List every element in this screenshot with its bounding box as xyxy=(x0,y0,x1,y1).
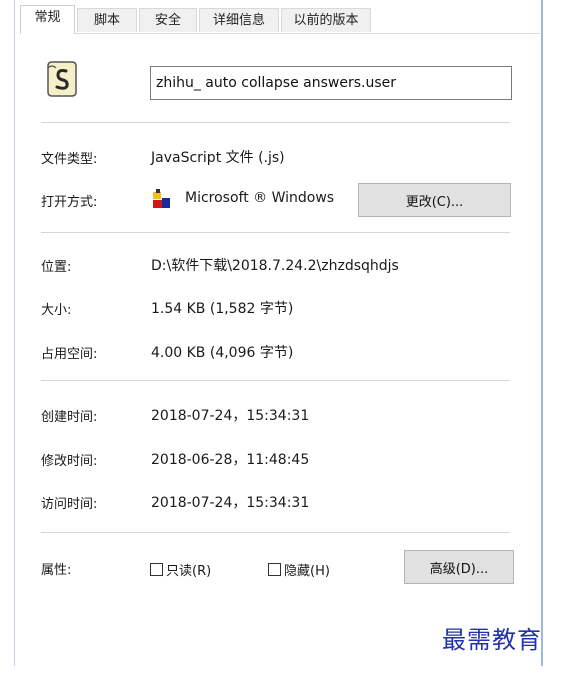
size-value: 1.54 KB (1,582 字节) xyxy=(151,301,294,317)
created-label: 创建时间: xyxy=(41,410,98,425)
separator xyxy=(41,380,510,381)
window-left-border xyxy=(14,0,15,666)
window-right-border xyxy=(541,0,543,666)
disk-size-value: 4.00 KB (4,096 字节) xyxy=(151,345,294,361)
location-label: 位置: xyxy=(41,260,72,275)
open-with-value: Microsoft ® Windows xyxy=(185,190,335,206)
windows-script-host-icon xyxy=(151,188,173,210)
hidden-checkbox-group[interactable]: 隐藏(H) xyxy=(268,560,330,579)
watermark-text: 最需教育 xyxy=(442,626,542,654)
hidden-label: 隐藏(H) xyxy=(284,564,330,579)
tab-general[interactable]: 常规 xyxy=(20,5,75,34)
accessed-value: 2018-07-24，15:34:31 xyxy=(151,495,310,511)
readonly-checkbox[interactable] xyxy=(150,563,163,576)
change-button[interactable]: 更改(C)... xyxy=(358,183,511,217)
hidden-checkbox[interactable] xyxy=(268,563,281,576)
separator xyxy=(41,532,510,533)
modified-label: 修改时间: xyxy=(41,454,98,469)
readonly-checkbox-group[interactable]: 只读(R) xyxy=(150,560,211,579)
tab-script[interactable]: 脚本 xyxy=(77,8,137,32)
separator xyxy=(41,232,510,233)
modified-value: 2018-06-28，11:48:45 xyxy=(151,452,310,468)
advanced-button[interactable]: 高级(D)... xyxy=(404,550,514,584)
script-file-icon xyxy=(46,60,78,98)
tab-previous-versions[interactable]: 以前的版本 xyxy=(281,8,371,32)
separator xyxy=(41,122,510,123)
size-label: 大小: xyxy=(41,303,72,318)
file-type-label: 文件类型: xyxy=(41,152,98,167)
readonly-label: 只读(R) xyxy=(166,564,212,579)
tab-security[interactable]: 安全 xyxy=(139,8,197,32)
disk-size-label: 占用空间: xyxy=(41,347,98,362)
location-value: D:\软件下载\2018.7.24.2\zhzdsqhdjs xyxy=(151,258,399,274)
file-name-input[interactable] xyxy=(150,66,512,100)
accessed-label: 访问时间: xyxy=(41,497,98,512)
created-value: 2018-07-24，15:34:31 xyxy=(151,408,310,424)
open-with-label: 打开方式: xyxy=(41,195,98,210)
file-type-value: JavaScript 文件 (.js) xyxy=(151,150,285,166)
tab-details[interactable]: 详细信息 xyxy=(199,8,279,32)
attributes-label: 属性: xyxy=(41,563,72,578)
